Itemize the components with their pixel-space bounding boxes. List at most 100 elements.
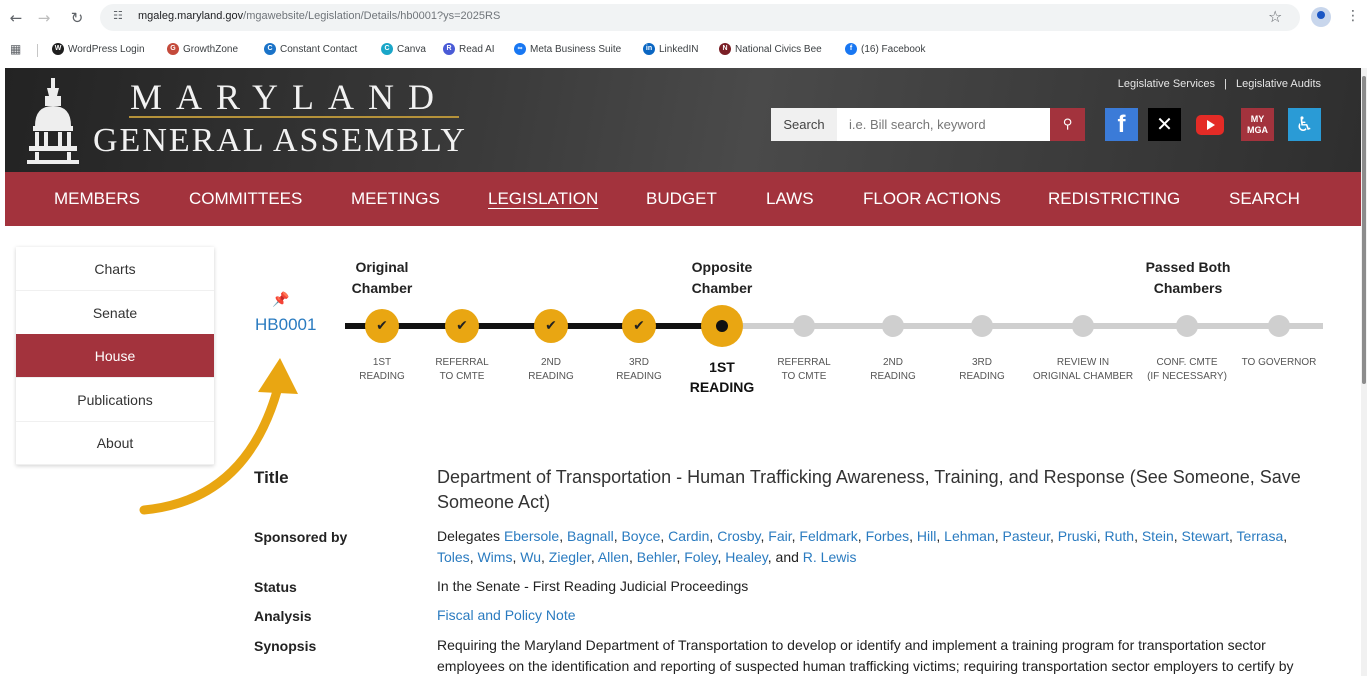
sponsor-link[interactable]: Hill bbox=[917, 528, 936, 544]
sponsor-link[interactable]: Stewart bbox=[1182, 528, 1229, 544]
step-complete-check-icon: ✔ bbox=[622, 309, 656, 343]
bookmark-item[interactable]: ∞ Meta Business Suite bbox=[514, 43, 621, 55]
bookmark-item[interactable]: G GrowthZone bbox=[167, 43, 238, 55]
phase-line1: Original bbox=[355, 259, 409, 275]
sponsor-link[interactable]: Feldmark bbox=[799, 528, 857, 544]
phase-label: Passed Both Chambers bbox=[1128, 257, 1248, 299]
nav-budget[interactable]: BUDGET bbox=[646, 189, 717, 209]
accessibility-icon[interactable]: ♿ bbox=[1288, 108, 1321, 141]
bookmarks-bar: ▦ W WordPress Login G GrowthZone C Constant C… bbox=[0, 38, 1367, 62]
sponsor-link[interactable]: Ruth bbox=[1104, 528, 1134, 544]
bookmark-item[interactable]: W WordPress Login bbox=[52, 43, 145, 55]
pin-icon[interactable]: 📌 bbox=[272, 292, 289, 308]
scrollbar-thumb[interactable] bbox=[1362, 76, 1366, 384]
bookmark-favicon-icon: G bbox=[167, 43, 179, 55]
search-label: Search bbox=[771, 108, 837, 141]
sponsor-link[interactable]: Toles bbox=[437, 549, 470, 565]
bookmark-label: LinkedIN bbox=[659, 43, 699, 55]
bookmark-item[interactable]: N National Civics Bee bbox=[719, 43, 822, 55]
sponsor-link[interactable]: Ziegler bbox=[549, 549, 591, 565]
back-icon[interactable]: ← bbox=[6, 8, 26, 28]
sponsor-link[interactable]: Forbes bbox=[866, 528, 910, 544]
top-utility-links: Legislative Services | Legislative Audit… bbox=[1115, 78, 1324, 90]
url-text[interactable]: mgaleg.maryland.gov/mgawebsite/Legislati… bbox=[138, 10, 500, 22]
bookmark-item[interactable]: R Read AI bbox=[443, 43, 495, 55]
sponsor-link[interactable]: Lehman bbox=[944, 528, 995, 544]
menu-kebab-icon[interactable]: ⋮ bbox=[1346, 8, 1360, 24]
site-settings-icon[interactable]: ☷ bbox=[113, 9, 123, 22]
sidebar-item-senate[interactable]: Senate bbox=[16, 291, 214, 335]
reload-icon[interactable]: ↻ bbox=[67, 8, 87, 28]
bookmark-item[interactable]: in LinkedIN bbox=[643, 43, 698, 55]
bookmarks-divider bbox=[37, 44, 38, 57]
step-complete-check-icon: ✔ bbox=[365, 309, 399, 343]
bookmark-item[interactable]: f (16) Facebook bbox=[845, 43, 925, 55]
step-pending-dot bbox=[1268, 315, 1290, 337]
status-value: In the Senate - First Reading Judicial P… bbox=[437, 578, 749, 594]
search-input[interactable] bbox=[837, 108, 1050, 141]
sponsor-link[interactable]: Terrasa bbox=[1237, 528, 1284, 544]
nav-committees[interactable]: COMMITTEES bbox=[189, 189, 302, 209]
x-twitter-icon[interactable]: ✕ bbox=[1148, 108, 1181, 141]
sponsor-link[interactable]: Crosby bbox=[717, 528, 760, 544]
sponsor-link[interactable]: Boyce bbox=[621, 528, 660, 544]
nav-legislation[interactable]: LEGISLATION bbox=[488, 189, 598, 209]
logo-maryland[interactable]: MARYLAND bbox=[130, 76, 448, 118]
nav-search[interactable]: SEARCH bbox=[1229, 189, 1300, 209]
sponsor-link[interactable]: Pruski bbox=[1058, 528, 1097, 544]
sponsor-link[interactable]: Stein bbox=[1142, 528, 1174, 544]
sidebar-item-charts[interactable]: Charts bbox=[16, 247, 214, 291]
state-house-dome-icon bbox=[27, 78, 79, 164]
status-label: Status bbox=[254, 579, 297, 595]
step-pending-dot bbox=[971, 315, 993, 337]
sponsor-link[interactable]: Cardin bbox=[668, 528, 709, 544]
search-button[interactable]: ⚲ bbox=[1050, 108, 1085, 141]
link-separator: | bbox=[1224, 78, 1227, 90]
bill-id[interactable]: HB0001 bbox=[255, 315, 316, 335]
bookmark-label: Constant Contact bbox=[280, 43, 358, 55]
sponsor-link[interactable]: Foley bbox=[684, 549, 717, 565]
sponsor-link[interactable]: Bagnall bbox=[567, 528, 614, 544]
sponsor-link[interactable]: Behler bbox=[637, 549, 677, 565]
bookmark-favicon-icon: ∞ bbox=[514, 43, 526, 55]
nav-laws[interactable]: LAWS bbox=[766, 189, 814, 209]
bookmark-star-icon[interactable]: ☆ bbox=[1268, 7, 1282, 26]
sponsor-link[interactable]: Healey bbox=[725, 549, 768, 565]
step-label-line1: TO GOVERNOR bbox=[1241, 357, 1317, 368]
phase-line2: Chamber bbox=[351, 280, 413, 296]
fiscal-policy-note-link[interactable]: Fiscal and Policy Note bbox=[437, 605, 576, 626]
nav-members[interactable]: MEMBERS bbox=[54, 189, 140, 209]
sponsor-link[interactable]: Fair bbox=[768, 528, 791, 544]
step-pending-dot bbox=[1176, 315, 1198, 337]
sponsor-link[interactable]: Pasteur bbox=[1003, 528, 1050, 544]
apps-grid-icon[interactable]: ▦ bbox=[10, 42, 21, 56]
bookmark-item[interactable]: C Canva bbox=[381, 43, 426, 55]
step-label: TO GOVERNOR bbox=[1224, 356, 1334, 370]
nav-meetings[interactable]: MEETINGS bbox=[351, 189, 440, 209]
nav-redistricting[interactable]: REDISTRICTING bbox=[1048, 189, 1180, 209]
youtube-icon[interactable] bbox=[1193, 108, 1226, 141]
legislative-services-link[interactable]: Legislative Services bbox=[1115, 78, 1218, 90]
url-path: /mgawebsite/Legislation/Details/hb0001?y… bbox=[243, 10, 501, 22]
mymga-icon[interactable]: MY MGA bbox=[1241, 108, 1274, 141]
sponsor-link[interactable]: Wu bbox=[520, 549, 541, 565]
nav-floor-actions[interactable]: FLOOR ACTIONS bbox=[863, 189, 1001, 209]
bookmark-label: National Civics Bee bbox=[735, 43, 822, 55]
forward-icon[interactable]: → bbox=[34, 8, 54, 28]
bookmark-item[interactable]: C Constant Contact bbox=[264, 43, 357, 55]
facebook-icon[interactable]: f bbox=[1105, 108, 1138, 141]
browser-chrome: ← → ↻ ☷ mgaleg.maryland.gov/mgawebsite/L… bbox=[0, 0, 1367, 68]
logo-general-assembly[interactable]: GENERAL ASSEMBLY bbox=[93, 122, 467, 160]
legislative-audits-link[interactable]: Legislative Audits bbox=[1233, 78, 1324, 90]
sponsor-link[interactable]: Ebersole bbox=[504, 528, 559, 544]
bookmark-favicon-icon: f bbox=[845, 43, 857, 55]
sponsor-list: Delegates Ebersole, Bagnall, Boyce, Card… bbox=[437, 528, 1288, 565]
step-label-line1: REVIEW IN bbox=[1056, 357, 1110, 368]
sponsor-link[interactable]: Allen bbox=[598, 549, 629, 565]
sponsor-link[interactable]: R. Lewis bbox=[803, 549, 857, 565]
sponsor-link[interactable]: Wims bbox=[477, 549, 512, 565]
bookmark-label: GrowthZone bbox=[183, 43, 239, 55]
bookmark-label: Meta Business Suite bbox=[530, 43, 622, 55]
profile-avatar-icon[interactable] bbox=[1311, 7, 1331, 27]
site-header: MARYLAND GENERAL ASSEMBLY Legislative Se… bbox=[5, 68, 1362, 172]
